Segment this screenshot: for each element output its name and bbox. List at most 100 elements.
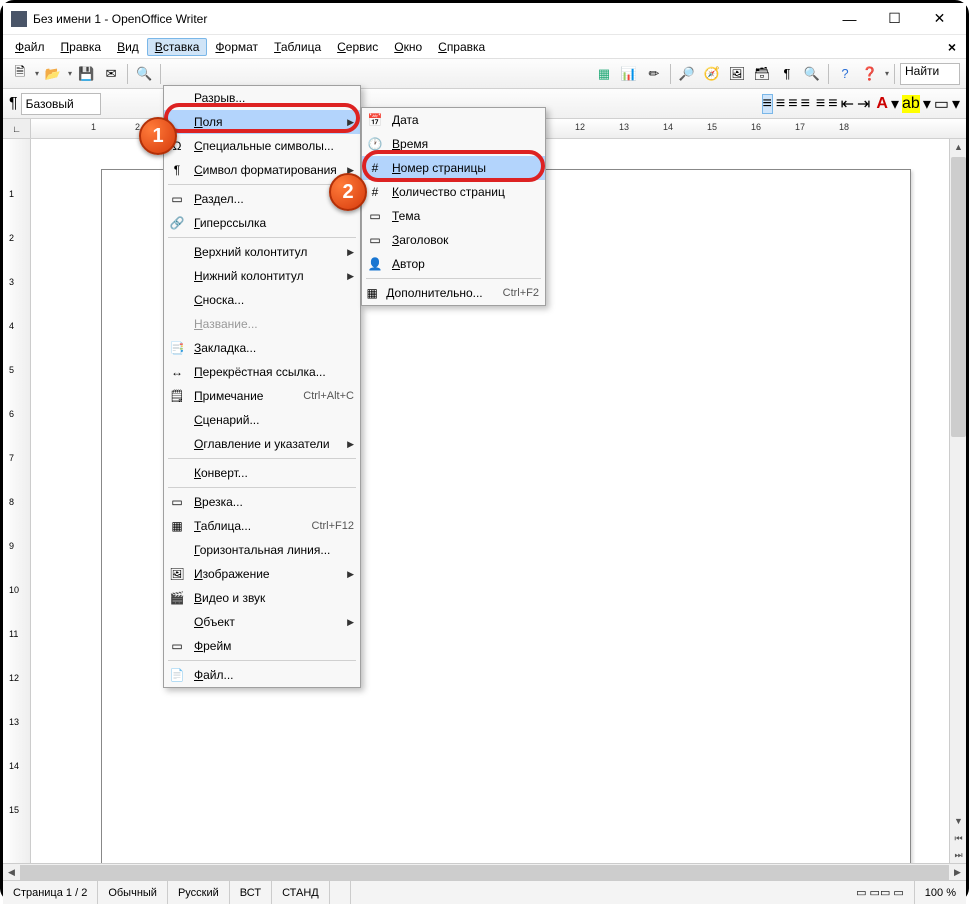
insert-item-26[interactable]: ▭Фрейм (164, 634, 360, 658)
scroll-thumb[interactable] (951, 157, 966, 437)
highlight-icon[interactable]: ab (902, 95, 920, 113)
insert-item-15[interactable]: Сценарий... (164, 408, 360, 432)
insert-item-9[interactable]: Нижний колонтитул▶ (164, 264, 360, 288)
fields-item-3[interactable]: #Количество страниц (362, 180, 545, 204)
navigator-icon[interactable]: 🧭 (701, 63, 723, 85)
whatsthis-icon[interactable]: ❓ (859, 63, 881, 85)
fields-item-4[interactable]: ▭Тема (362, 204, 545, 228)
insert-icon-24: 🎬 (168, 589, 186, 607)
fields-item-5[interactable]: ▭Заголовок (362, 228, 545, 252)
styles-icon[interactable]: ¶ (9, 95, 18, 113)
align-center-icon[interactable]: ≡ (776, 95, 785, 113)
status-insert[interactable]: ВСТ (230, 881, 272, 904)
zoom-icon[interactable]: 🔍 (801, 63, 823, 85)
menu-сервис[interactable]: Сервис (329, 38, 386, 56)
insert-item-2[interactable]: ΩСпециальные символы... (164, 134, 360, 158)
status-viewlayout[interactable]: ▭ ▭▭ ▭ (846, 881, 915, 904)
insert-icon-10 (168, 291, 186, 309)
document-close-icon[interactable]: × (942, 39, 962, 55)
scroll-right-icon[interactable]: ▶ (949, 864, 966, 880)
status-language[interactable]: Русский (168, 881, 230, 904)
fields-item-1[interactable]: 🕐Время (362, 132, 545, 156)
menu-формат[interactable]: Формат (207, 38, 266, 56)
menu-окно[interactable]: Окно (386, 38, 430, 56)
binoculars-icon[interactable]: 🔍 (133, 63, 155, 85)
insert-icon-20: ▭ (168, 493, 186, 511)
horizontal-scrollbar[interactable]: ◀ ▶ (3, 863, 966, 880)
menu-вставка[interactable]: Вставка (147, 38, 208, 56)
new-doc-icon[interactable]: 🗎 (9, 63, 31, 85)
insert-item-16[interactable]: Оглавление и указатели▶ (164, 432, 360, 456)
paragraph-style-combo[interactable]: Базовый (21, 93, 101, 115)
insert-item-23[interactable]: 🖼Изображение▶ (164, 562, 360, 586)
insert-label-22: Горизонтальная линия... (194, 543, 354, 557)
insert-item-13[interactable]: ↔Перекрёстная ссылка... (164, 360, 360, 384)
align-left-icon[interactable]: ≡ (762, 94, 773, 114)
insert-item-14[interactable]: 🗒ПримечаниеCtrl+Alt+C (164, 384, 360, 408)
maximize-button[interactable]: ☐ (872, 4, 917, 34)
fields-item-2[interactable]: #Номер страницы (362, 156, 545, 180)
insert-item-0[interactable]: Разрыв... (164, 86, 360, 110)
scroll-left-icon[interactable]: ◀ (3, 864, 20, 880)
insert-item-6[interactable]: 🔗Гиперссылка (164, 211, 360, 235)
chart-icon[interactable]: 📊 (618, 63, 640, 85)
insert-label-18: Конверт... (194, 466, 354, 480)
insert-item-3[interactable]: ¶Символ форматирования▶ (164, 158, 360, 182)
menu-файл[interactable]: Файл (7, 38, 53, 56)
minimize-button[interactable]: — (827, 4, 872, 34)
find-replace-icon[interactable]: 🔎 (676, 63, 698, 85)
table-icon[interactable]: ▦ (593, 63, 615, 85)
status-zoom[interactable]: 100 % (915, 881, 966, 904)
menu-справка[interactable]: Справка (430, 38, 493, 56)
next-page-icon[interactable]: ⏭ (951, 847, 966, 863)
bg-color-icon[interactable]: ▭ (934, 94, 949, 114)
scroll-down-icon[interactable]: ▼ (951, 813, 966, 829)
align-right-icon[interactable]: ≡ (788, 95, 797, 113)
insert-item-28[interactable]: 📄Файл... (164, 663, 360, 687)
insert-item-20[interactable]: ▭Врезка... (164, 490, 360, 514)
status-selmode[interactable]: СТАНД (272, 881, 330, 904)
datasources-icon[interactable]: 🗃 (751, 63, 773, 85)
fields-item-8[interactable]: ▦Дополнительно...Ctrl+F2 (362, 281, 545, 305)
menu-вид[interactable]: Вид (109, 38, 147, 56)
insert-item-22[interactable]: Горизонтальная линия... (164, 538, 360, 562)
find-input[interactable]: Найти (900, 63, 960, 85)
insert-item-12[interactable]: 📑Закладка... (164, 336, 360, 360)
increase-indent-icon[interactable]: ⇥ (857, 94, 870, 114)
hscroll-thumb[interactable] (20, 865, 949, 880)
align-justify-icon[interactable]: ≡ (801, 95, 810, 113)
menu-правка[interactable]: Правка (53, 38, 110, 56)
insert-label-9: Нижний колонтитул (194, 269, 339, 283)
vertical-ruler[interactable]: 123456789101112131415 (3, 139, 31, 863)
vertical-scrollbar[interactable]: ▲ ▼ ⏮ ⏭ (949, 139, 966, 863)
help-icon[interactable]: ? (834, 63, 856, 85)
insert-item-25[interactable]: Объект▶ (164, 610, 360, 634)
fields-item-6[interactable]: 👤Автор (362, 252, 545, 276)
insert-item-18[interactable]: Конверт... (164, 461, 360, 485)
gallery-icon[interactable]: 🖼 (726, 63, 748, 85)
insert-item-1[interactable]: Поля▶ (164, 110, 360, 134)
chevron-right-icon: ▶ (347, 617, 354, 628)
status-page[interactable]: Страница 1 / 2 (3, 881, 98, 904)
open-icon[interactable]: 📂 (42, 63, 64, 85)
close-button[interactable]: ✕ (917, 4, 962, 34)
prev-page-icon[interactable]: ⏮ (951, 830, 966, 846)
insert-item-21[interactable]: ▦Таблица...Ctrl+F12 (164, 514, 360, 538)
drawing-icon[interactable]: ✏ (643, 63, 665, 85)
save-icon[interactable]: 💾 (75, 63, 97, 85)
insert-item-10[interactable]: Сноска... (164, 288, 360, 312)
font-color-icon[interactable]: A (876, 95, 888, 113)
insert-item-8[interactable]: Верхний колонтитул▶ (164, 240, 360, 264)
status-style[interactable]: Обычный (98, 881, 168, 904)
fields-item-0[interactable]: 📅Дата (362, 108, 545, 132)
decrease-indent-icon[interactable]: ⇤ (841, 94, 854, 114)
scroll-up-icon[interactable]: ▲ (951, 139, 966, 155)
insert-label-10: Сноска... (194, 293, 354, 307)
bullet-list-icon[interactable]: ≡ (828, 95, 837, 113)
nonprint-icon[interactable]: ¶ (776, 63, 798, 85)
insert-item-24[interactable]: 🎬 Видео и звук (164, 586, 360, 610)
email-icon[interactable]: ✉ (100, 63, 122, 85)
numbered-list-icon[interactable]: ≡ (816, 95, 825, 113)
insert-label-24: Видео и звук (194, 591, 354, 605)
menu-таблица[interactable]: Таблица (266, 38, 329, 56)
